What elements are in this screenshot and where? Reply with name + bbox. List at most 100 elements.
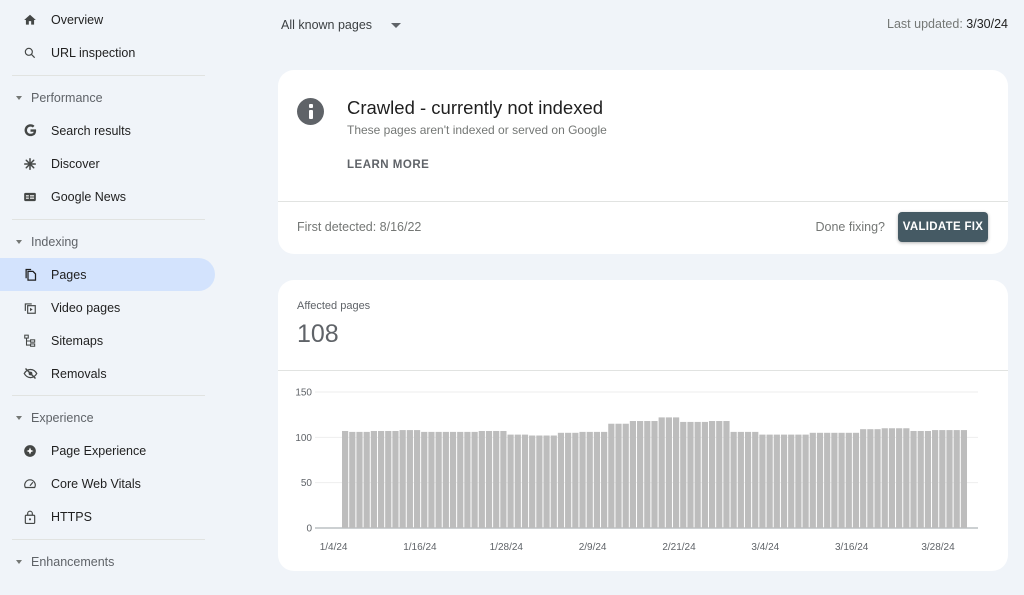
- chart-bar[interactable]: [960, 430, 967, 528]
- chart-bar[interactable]: [881, 428, 888, 528]
- section-performance[interactable]: Performance: [0, 84, 215, 112]
- chart-bar[interactable]: [759, 434, 766, 528]
- sidebar-item-core-web-vitals[interactable]: Core Web Vitals: [0, 467, 215, 500]
- chart-bar[interactable]: [421, 431, 428, 528]
- chart-bar[interactable]: [593, 431, 601, 528]
- chart-bar[interactable]: [744, 431, 752, 528]
- chart-bar[interactable]: [708, 421, 716, 528]
- chart-bar[interactable]: [917, 430, 924, 528]
- chart-bar[interactable]: [852, 432, 860, 528]
- sidebar-item-url-inspection[interactable]: URL inspection: [0, 36, 215, 69]
- chart-bar[interactable]: [406, 430, 413, 528]
- chart-bar[interactable]: [615, 423, 622, 528]
- chart-bar[interactable]: [428, 431, 435, 528]
- chart-bar[interactable]: [831, 432, 838, 528]
- chart-bar[interactable]: [730, 431, 737, 528]
- chart-bar[interactable]: [377, 430, 385, 528]
- chart-bar[interactable]: [435, 431, 442, 528]
- chart-bar[interactable]: [399, 430, 406, 528]
- chart-bar[interactable]: [342, 430, 349, 528]
- chart-bar[interactable]: [939, 430, 946, 528]
- chart-bar[interactable]: [557, 432, 565, 528]
- chart-bar[interactable]: [780, 434, 788, 528]
- chart-bar[interactable]: [601, 431, 608, 528]
- chart-bar[interactable]: [572, 432, 579, 528]
- chart-bar[interactable]: [622, 423, 629, 528]
- chart-bar[interactable]: [485, 430, 493, 528]
- chart-bar[interactable]: [349, 431, 356, 528]
- chart-bar[interactable]: [665, 417, 672, 528]
- chart-bar[interactable]: [694, 421, 701, 528]
- validate-fix-button[interactable]: VALIDATE FIX: [898, 212, 988, 242]
- sidebar-item-overview[interactable]: Overview: [0, 3, 215, 36]
- chart-bar[interactable]: [788, 434, 795, 528]
- chart-bar[interactable]: [471, 431, 478, 528]
- section-experience[interactable]: Experience: [0, 404, 215, 432]
- chart-bar[interactable]: [838, 432, 845, 528]
- sidebar-item-discover[interactable]: Discover: [0, 147, 215, 180]
- chart-bar[interactable]: [543, 435, 550, 528]
- chart-bar[interactable]: [910, 430, 917, 528]
- sidebar-item-sitemaps[interactable]: Sitemaps: [0, 324, 215, 357]
- chart-bar[interactable]: [413, 430, 421, 528]
- chart-bar[interactable]: [795, 434, 802, 528]
- chart-bar[interactable]: [385, 430, 392, 528]
- chart-bar[interactable]: [637, 421, 644, 528]
- chart-bar[interactable]: [629, 421, 637, 528]
- pages-filter-dropdown[interactable]: All known pages: [281, 15, 402, 35]
- chart-bar[interactable]: [737, 431, 744, 528]
- chart-bar[interactable]: [816, 432, 824, 528]
- chart-bar[interactable]: [478, 430, 485, 528]
- chart-bar[interactable]: [860, 429, 867, 528]
- chart-bar[interactable]: [953, 430, 960, 528]
- chart-bar[interactable]: [449, 431, 457, 528]
- chart-bar[interactable]: [536, 435, 543, 528]
- chart-bar[interactable]: [896, 428, 903, 528]
- chart-bar[interactable]: [658, 417, 665, 528]
- chart-bar[interactable]: [824, 432, 831, 528]
- chart-bar[interactable]: [932, 430, 939, 528]
- chart-bar[interactable]: [723, 421, 730, 528]
- chart-bar[interactable]: [565, 432, 572, 528]
- sidebar-item-https[interactable]: HTTPS: [0, 500, 215, 533]
- sidebar-item-pages[interactable]: Pages: [0, 258, 215, 291]
- chart-bar[interactable]: [457, 431, 464, 528]
- chart-bar[interactable]: [514, 434, 521, 528]
- chart-bar[interactable]: [586, 431, 593, 528]
- chart-bar[interactable]: [507, 434, 514, 528]
- sidebar-item-video-pages[interactable]: Video pages: [0, 291, 215, 324]
- chart-bar[interactable]: [752, 431, 759, 528]
- chart-bar[interactable]: [392, 430, 399, 528]
- chart-bar[interactable]: [651, 421, 658, 528]
- chart-bar[interactable]: [773, 434, 780, 528]
- chart-bar[interactable]: [903, 428, 910, 528]
- chart-bar[interactable]: [874, 429, 881, 528]
- chart-bar[interactable]: [370, 430, 377, 528]
- chart-bar[interactable]: [363, 431, 370, 528]
- chart-bar[interactable]: [809, 432, 816, 528]
- sidebar-item-page-experience[interactable]: Page Experience: [0, 434, 215, 467]
- sidebar-item-google-news[interactable]: Google News: [0, 180, 215, 213]
- chart-bar[interactable]: [802, 434, 809, 528]
- chart-bar[interactable]: [608, 423, 615, 528]
- learn-more-link[interactable]: LEARN MORE: [347, 159, 429, 171]
- chart-bar[interactable]: [687, 421, 694, 528]
- chart-bar[interactable]: [521, 434, 529, 528]
- chart-bar[interactable]: [924, 430, 932, 528]
- chart-bar[interactable]: [550, 435, 557, 528]
- chart-bar[interactable]: [464, 431, 471, 528]
- sidebar-item-search-results[interactable]: Search results: [0, 114, 215, 147]
- chart-bar[interactable]: [500, 430, 507, 528]
- section-indexing[interactable]: Indexing: [0, 228, 215, 256]
- chart-bar[interactable]: [356, 431, 363, 528]
- chart-bar[interactable]: [888, 428, 896, 528]
- chart-bar[interactable]: [493, 430, 500, 528]
- chart-bar[interactable]: [672, 417, 680, 528]
- chart-bar[interactable]: [867, 429, 874, 528]
- section-enhancements[interactable]: Enhancements: [0, 548, 215, 576]
- chart-bar[interactable]: [442, 431, 449, 528]
- chart-bar[interactable]: [701, 421, 708, 528]
- chart-bar[interactable]: [644, 421, 651, 528]
- chart-bar[interactable]: [716, 421, 723, 528]
- sidebar-item-removals[interactable]: Removals: [0, 357, 215, 390]
